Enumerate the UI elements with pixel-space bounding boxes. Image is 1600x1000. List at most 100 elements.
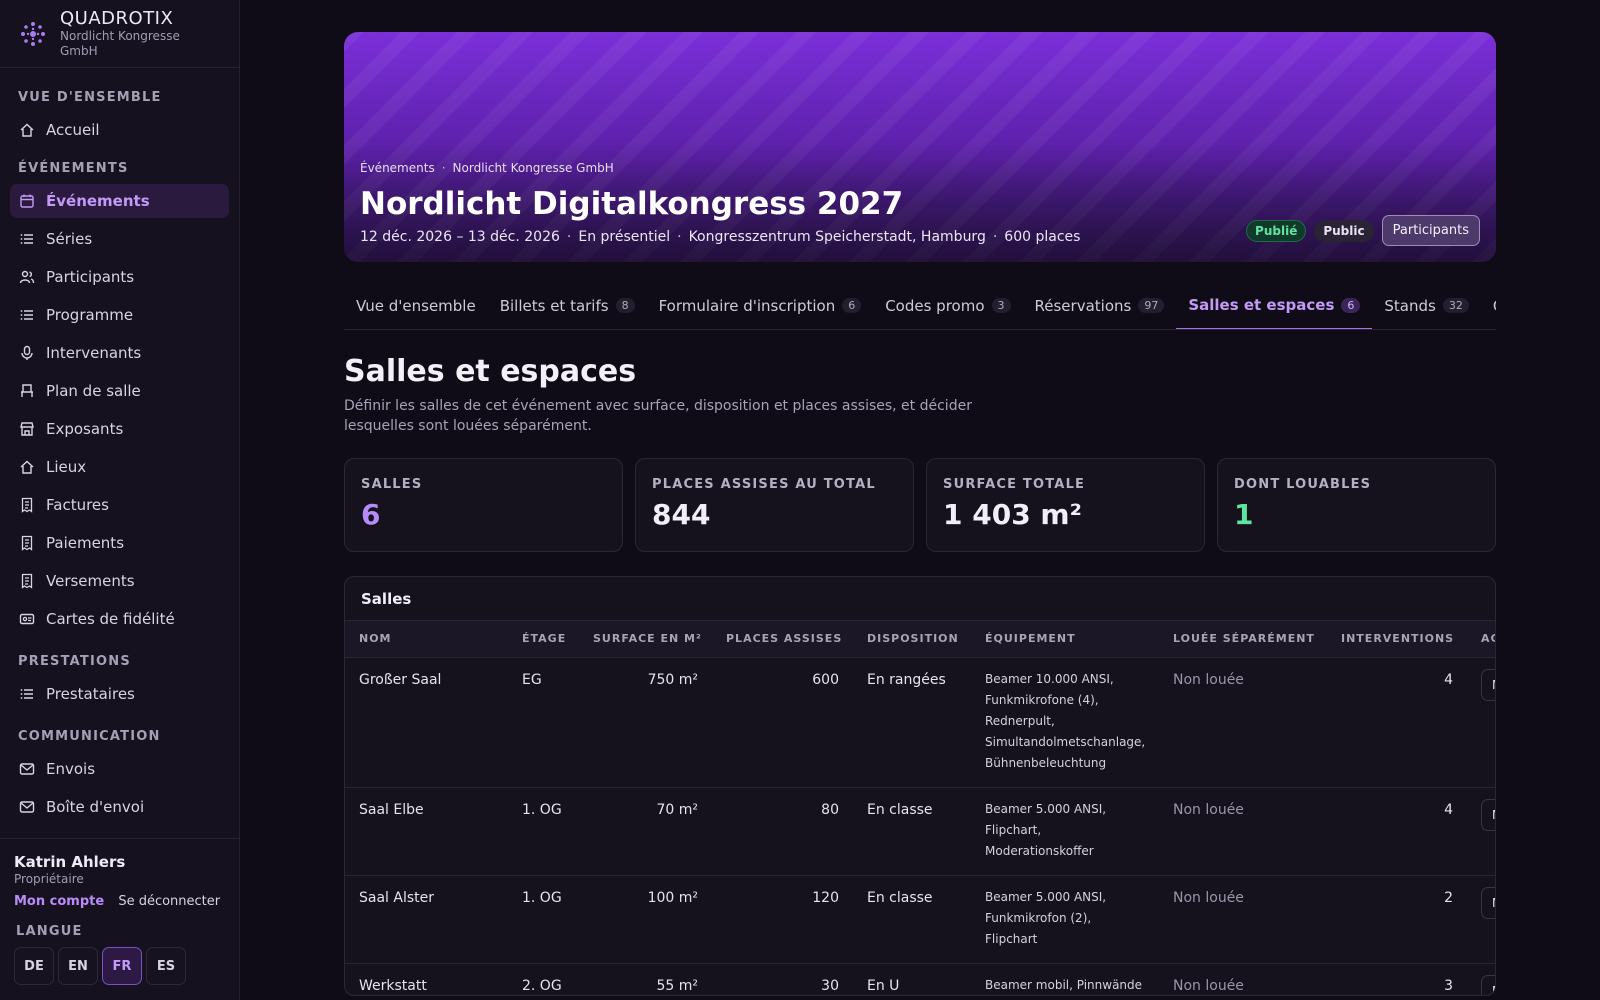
language-switcher: DE EN FR ES — [14, 947, 226, 985]
sidebar-item-cartes-de-fidelite[interactable]: Cartes de fidélité — [10, 602, 229, 636]
event-hero: Événements · Nordlicht Kongresse GmbH Nord… — [344, 32, 1496, 262]
column-header-surface-en-m[interactable]: SURFACE EN M² — [579, 621, 712, 658]
sidebar-item-label: Versements — [46, 572, 135, 590]
main-content: Événements · Nordlicht Kongresse GmbH Nord… — [344, 32, 1496, 996]
sidebar-item-intervenants[interactable]: Intervenants — [10, 336, 229, 370]
room-rented-status: Non louée — [1159, 657, 1327, 788]
sidebar-item-label: Intervenants — [46, 344, 142, 362]
tab-formulaire-d-inscription[interactable]: Formulaire d'inscription 6 — [647, 282, 874, 329]
tab-reservations[interactable]: Réservations 97 — [1023, 282, 1177, 329]
room-layout: En U — [853, 963, 971, 995]
room-seats: 120 — [712, 875, 853, 964]
table-row[interactable]: Saal Elbe 1. OG 70 m² 80 En classe Beamer 5.0… — [345, 787, 1495, 876]
stat-card-surface-totale: SURFACE TOTALE 1 403 m² — [926, 458, 1205, 552]
section-title-vue-d-ensemble: VUE D'ENSEMBLE — [18, 90, 162, 105]
stat-label: DONT LOUABLES — [1234, 477, 1372, 492]
table-header-row: NOM ÉTAGE SURFACE EN M² PLACES ASSISES DISPO… — [345, 621, 1495, 658]
row-action-button[interactable]: M — [1481, 886, 1495, 919]
language-button-fr[interactable]: FR — [102, 947, 142, 985]
tab-label: Formulaire d'inscription — [658, 296, 836, 315]
brand-name: QUADROTIX — [60, 7, 174, 29]
language-button-de[interactable]: DE — [14, 947, 54, 985]
brand-org: Nordlicht Kongresse GmbH — [60, 28, 180, 58]
sidebar-item-label: Exposants — [46, 420, 124, 438]
sidebar-item-plan-de-salle[interactable]: Plan de salle — [10, 374, 229, 408]
stat-value: 6 — [361, 498, 381, 531]
sidebar-item-series[interactable]: Séries — [10, 222, 229, 256]
sidebar-nav: VUE D'ENSEMBLE Accueil ÉVÉNEMENTS Événement… — [0, 88, 239, 824]
brand[interactable]: QUADROTIX Nordlicht Kongresse GmbH — [0, 0, 239, 68]
stat-value: 844 — [652, 498, 711, 531]
calendar-icon — [20, 194, 34, 208]
row-action-button[interactable]: M — [1481, 974, 1495, 995]
sidebar-item-label: Cartes de fidélité — [46, 610, 175, 628]
stat-card-places-assises-au-total: PLACES ASSISES AU TOTAL 844 — [635, 458, 914, 552]
column-header-nom[interactable]: NOM — [345, 621, 508, 658]
breadcrumb-org[interactable]: Nordlicht Kongresse GmbH — [453, 161, 614, 175]
account-link[interactable]: Mon compte — [14, 894, 104, 909]
participants-button[interactable]: Participants — [1381, 215, 1480, 246]
column-header-ac[interactable]: AC — [1467, 621, 1495, 658]
tab-obje[interactable]: Obje — [1481, 282, 1496, 329]
tab-salles-et-espaces[interactable]: Salles et espaces 6 — [1176, 282, 1373, 329]
mail-icon — [19, 801, 35, 813]
store-icon — [20, 422, 34, 436]
table-row[interactable]: Werkstatt 2. OG 55 m² 30 En U Beamer mobil, P… — [345, 963, 1495, 995]
language-button-es[interactable]: ES — [146, 947, 186, 985]
sidebar-item-lieux[interactable]: Lieux — [10, 450, 229, 484]
sidebar-item-participants[interactable]: Participants — [10, 260, 229, 294]
tab-vue-d-ensemble[interactable]: Vue d'ensemble — [344, 282, 488, 329]
row-action-button[interactable]: M — [1481, 798, 1495, 831]
column-header-places-assises[interactable]: PLACES ASSISES — [712, 621, 853, 658]
rooms-table-card: Salles NOM ÉTAGE SURFACE EN M² PLACES ASSIS… — [344, 576, 1496, 996]
tab-codes-promo[interactable]: Codes promo 3 — [873, 282, 1022, 329]
room-rented-status: Non louée — [1159, 787, 1327, 876]
tab-stands[interactable]: Stands 32 — [1372, 282, 1480, 329]
column-header-interventions[interactable]: INTERVENTIONS — [1327, 621, 1467, 658]
event-capacity: 600 places — [1004, 229, 1081, 245]
sidebar-item-label: Factures — [46, 496, 109, 514]
table-row[interactable]: Großer Saal EG 750 m² 600 En rangées Beamer 1… — [345, 657, 1495, 788]
column-header-equipement[interactable]: ÉQUIPEMENT — [971, 621, 1159, 658]
stat-value: 1 — [1234, 498, 1254, 531]
stat-label: PLACES ASSISES AU TOTAL — [652, 477, 876, 492]
sidebar-item-exposants[interactable]: Exposants — [10, 412, 229, 446]
event-venue: Kongresszentrum Speicherstadt, Hamburg — [688, 229, 986, 245]
column-header-louee-separement[interactable]: LOUÉE SÉPARÉMENT — [1159, 621, 1327, 658]
column-header-etage[interactable]: ÉTAGE — [508, 621, 579, 658]
mail-icon — [19, 763, 35, 775]
room-layout: En classe — [853, 787, 971, 876]
language-button-en[interactable]: EN — [58, 947, 98, 985]
sidebar-item-programme[interactable]: Programme — [10, 298, 229, 332]
table-row[interactable]: Saal Alster 1. OG 100 m² 120 En classe Beamer… — [345, 875, 1495, 964]
sidebar-item-envois[interactable]: Envois — [10, 752, 229, 786]
room-surface: 100 m² — [579, 875, 712, 964]
table-body: Großer Saal EG 750 m² 600 En rangées Beamer 1… — [345, 657, 1495, 995]
sidebar-item-evenements[interactable]: Événements — [10, 184, 229, 218]
sidebar-item-versements[interactable]: Versements — [10, 564, 229, 598]
event-mode: En présentiel — [578, 229, 671, 245]
sidebar-item-factures[interactable]: Factures — [10, 488, 229, 522]
microphone-icon — [21, 345, 33, 360]
room-layout: En rangées — [853, 657, 971, 788]
logout-link[interactable]: Se déconnecter — [118, 894, 220, 909]
sidebar-item-prestataires[interactable]: Prestataires — [10, 677, 229, 711]
tab-count-badge: 32 — [1442, 298, 1469, 313]
row-actions: M — [1467, 657, 1495, 788]
sidebar-item-label: Programme — [46, 306, 134, 324]
sidebar-item-accueil[interactable]: Accueil — [10, 113, 229, 147]
sidebar-item-label: Envois — [46, 760, 96, 778]
room-floor: 1. OG — [508, 875, 579, 964]
sidebar-item-boite-d-envoi[interactable]: Boîte d'envoi — [10, 790, 229, 824]
row-action-button[interactable]: M — [1481, 668, 1495, 701]
room-sessions: 3 — [1327, 963, 1467, 995]
breadcrumb-events[interactable]: Événements — [360, 161, 435, 175]
tab-billets-et-tarifs[interactable]: Billets et tarifs 8 — [488, 282, 647, 329]
home-icon — [20, 123, 34, 137]
list-icon — [20, 310, 33, 320]
column-header-disposition[interactable]: DISPOSITION — [853, 621, 971, 658]
receipt-icon — [21, 573, 33, 589]
users-icon — [19, 270, 35, 284]
room-name: Großer Saal — [345, 657, 508, 788]
sidebar-item-paiements[interactable]: Paiements — [10, 526, 229, 560]
